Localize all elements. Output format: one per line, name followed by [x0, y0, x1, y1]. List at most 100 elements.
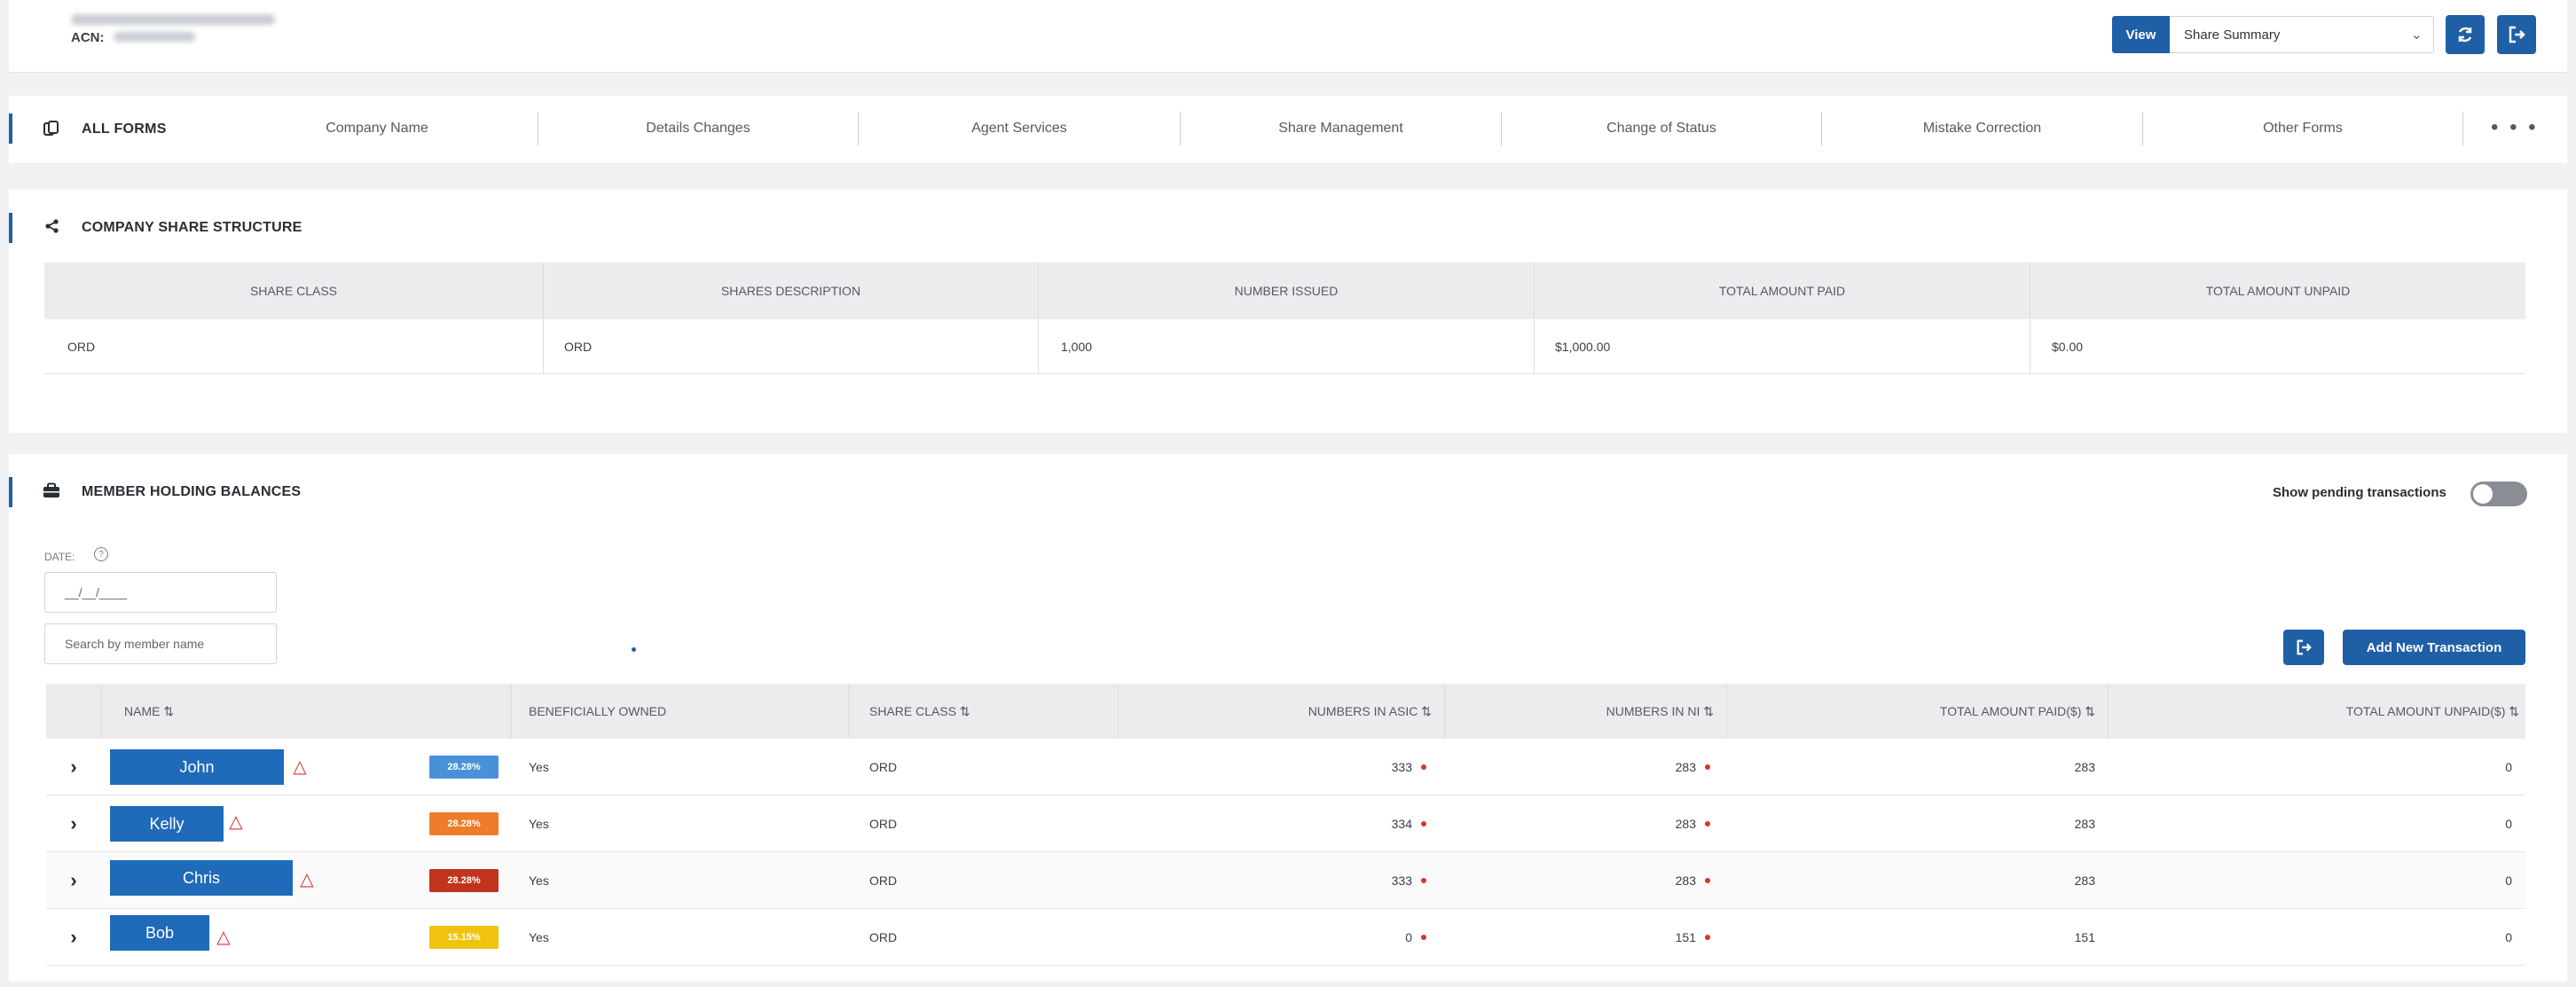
chevron-right-icon[interactable]: ›	[60, 852, 87, 909]
discrepancy-dot	[1705, 821, 1710, 826]
beneficial-cell: Yes	[529, 873, 549, 888]
chevron-right-icon[interactable]: ›	[60, 739, 87, 795]
table-cell: $1,000.00	[1555, 340, 1611, 354]
nav-details-changes[interactable]: Details Changes	[538, 107, 858, 150]
search-placeholder: Search by member name	[65, 637, 205, 651]
export-icon	[2297, 639, 2312, 655]
column-header-share-class[interactable]: SHARE CLASS ⇅	[869, 684, 1118, 739]
column-header: NUMBER ISSUED	[1234, 284, 1339, 298]
discrepancy-dot	[1705, 764, 1710, 770]
discrepancy-dot	[1421, 935, 1426, 940]
unpaid-cell: 0	[2505, 930, 2512, 944]
asic-cell: 0	[1405, 930, 1412, 944]
paid-cell: 283	[2074, 760, 2095, 774]
ownership-badge: 28.28%	[429, 869, 499, 892]
column-header: SHARE CLASS	[249, 284, 338, 298]
export-icon	[2509, 26, 2525, 43]
forms-icon	[43, 121, 59, 136]
table-cell: ORD	[67, 340, 96, 354]
view-select-value: Share Summary	[2184, 27, 2281, 43]
column-header-name[interactable]: NAME ⇅	[124, 684, 506, 739]
ni-cell: 283	[1675, 817, 1696, 831]
member-search-input[interactable]: Search by member name	[44, 623, 277, 664]
nav-mistake-correction[interactable]: Mistake Correction	[1822, 107, 2142, 150]
member-name-pill[interactable]: Bob	[110, 915, 209, 951]
ni-cell: 151	[1675, 930, 1696, 944]
table-cell: 1,000	[1061, 340, 1093, 354]
section-accent	[9, 477, 12, 507]
toggle-knob	[2473, 484, 2493, 504]
column-header: SHARES DESCRIPTION	[720, 284, 861, 298]
pending-transactions-toggle[interactable]	[2470, 482, 2527, 506]
beneficial-cell: Yes	[529, 760, 549, 774]
asic-cell: 333	[1391, 873, 1412, 888]
discrepancy-dot	[1421, 821, 1426, 826]
chevron-down-icon: ⌄	[2410, 27, 2423, 43]
refresh-icon	[2458, 27, 2472, 43]
more-forms-button[interactable]: • • •	[2491, 115, 2539, 140]
view-select[interactable]: Share Summary ⌄	[2170, 16, 2434, 53]
refresh-button[interactable]	[2446, 15, 2485, 54]
discrepancy-dot	[1705, 935, 1710, 940]
view-button[interactable]: View	[2112, 16, 2170, 53]
ni-cell: 283	[1675, 760, 1696, 774]
column-header-total-unpaid[interactable]: TOTAL AMOUNT UNPAID($) ⇅	[2109, 684, 2519, 739]
beneficial-cell: Yes	[529, 817, 549, 831]
ni-cell: 283	[1675, 873, 1696, 888]
column-header-ni[interactable]: NUMBERS IN NI ⇅	[1446, 684, 1714, 739]
chevron-right-icon[interactable]: ›	[60, 795, 87, 852]
table-row	[44, 319, 2525, 374]
member-name-pill[interactable]: Kelly	[110, 806, 224, 842]
column-header-asic[interactable]: NUMBERS IN ASIC ⇅	[1119, 684, 1432, 739]
beneficial-cell: Yes	[529, 930, 549, 944]
acn-label: ACN:	[71, 30, 105, 45]
column-header-beneficial: BENEFICIALLY OWNED	[529, 704, 667, 718]
nav-other-forms[interactable]: Other Forms	[2143, 107, 2462, 150]
share-class-cell: ORD	[869, 760, 898, 774]
export-button[interactable]	[2497, 15, 2536, 54]
ownership-badge: 28.28%	[429, 756, 499, 779]
discrepancy-dot	[1421, 764, 1426, 770]
column-header: TOTAL AMOUNT UNPAID	[2205, 284, 2351, 298]
paid-cell: 283	[2074, 817, 2095, 831]
date-input[interactable]: __/__/____	[44, 572, 277, 613]
nav-agent-services[interactable]: Agent Services	[859, 107, 1180, 150]
warning-icon: △	[216, 927, 231, 947]
member-name-pill[interactable]: John	[110, 749, 284, 785]
section-accent	[9, 114, 12, 144]
ownership-badge: 28.28%	[429, 812, 499, 835]
share-structure-title: COMPANY SHARE STRUCTURE	[82, 220, 302, 235]
chevron-right-icon[interactable]: ›	[60, 909, 87, 966]
warning-icon: △	[293, 756, 307, 777]
asic-cell: 334	[1391, 817, 1412, 831]
add-new-transaction-button[interactable]: Add New Transaction	[2343, 630, 2525, 665]
ownership-badge: 15.15%	[429, 926, 499, 949]
all-forms-title: ALL FORMS	[82, 121, 167, 137]
nav-divider	[2462, 112, 2463, 145]
table-cell: ORD	[564, 340, 593, 354]
briefcase-icon	[43, 482, 59, 497]
loading-dot	[632, 647, 636, 652]
nav-share-management[interactable]: Share Management	[1181, 107, 1501, 150]
acn-value-redacted	[114, 32, 195, 42]
share-class-cell: ORD	[869, 817, 898, 831]
unpaid-cell: 0	[2505, 760, 2512, 774]
share-class-cell: ORD	[869, 930, 898, 944]
share-icon	[45, 219, 59, 233]
pending-toggle-label: Show pending transactions	[2273, 485, 2446, 500]
table-cell: $0.00	[2052, 340, 2084, 354]
date-placeholder: __/__/____	[65, 585, 128, 599]
section-accent	[9, 213, 12, 243]
discrepancy-dot	[1421, 878, 1426, 883]
company-name-redacted	[71, 14, 275, 25]
column-header: TOTAL AMOUNT PAID	[1718, 284, 1846, 298]
nav-company-name[interactable]: Company Name	[217, 107, 537, 150]
column-header-total-paid[interactable]: TOTAL AMOUNT PAID($) ⇅	[1728, 684, 2095, 739]
paid-cell: 283	[2074, 873, 2095, 888]
paid-cell: 151	[2074, 930, 2095, 944]
export-holdings-button[interactable]	[2283, 630, 2324, 665]
member-name-pill[interactable]: Chris	[110, 860, 293, 896]
nav-change-of-status[interactable]: Change of Status	[1502, 107, 1821, 150]
info-icon[interactable]: ?	[94, 547, 108, 561]
member-holdings-title: MEMBER HOLDING BALANCES	[82, 484, 302, 499]
